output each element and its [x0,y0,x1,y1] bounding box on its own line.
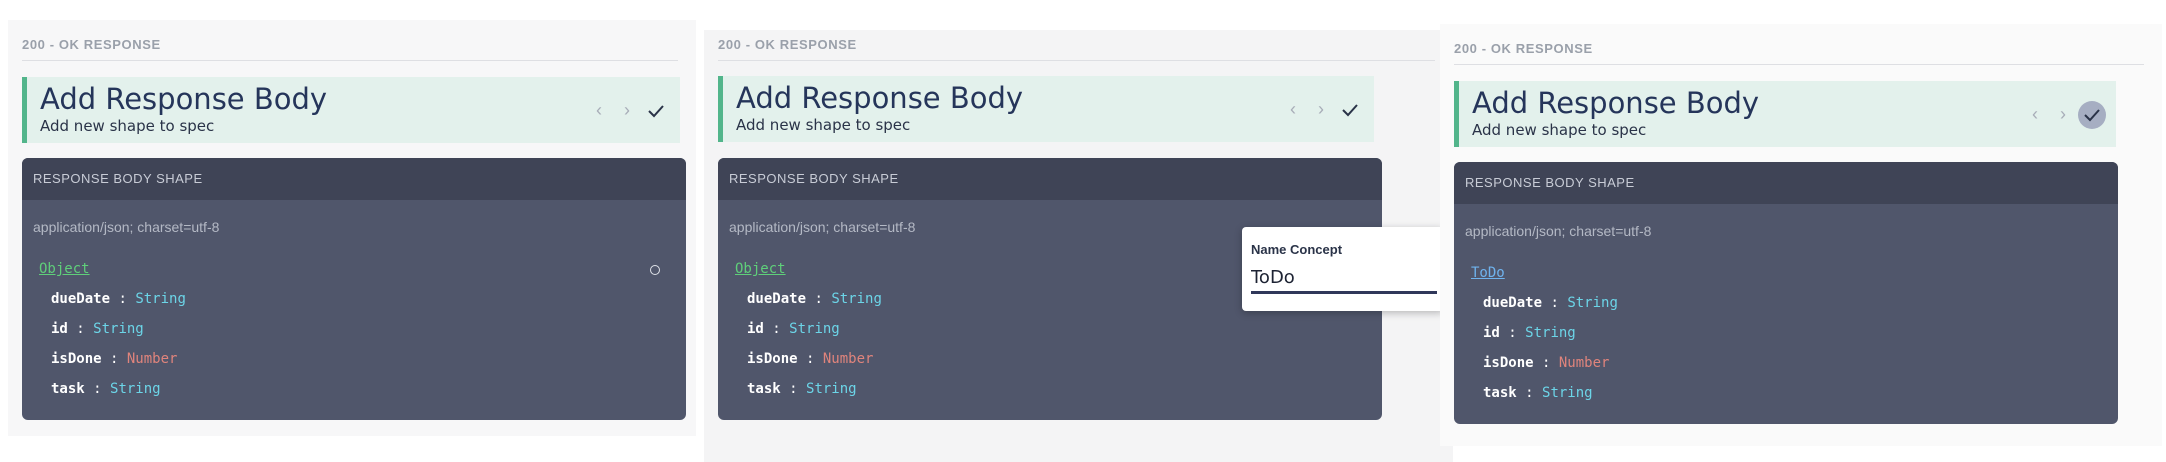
header-subtitle: Add new shape to spec [736,116,911,134]
shape-field[interactable]: dueDate : String [1483,295,1618,311]
field-type: Number [1558,355,1610,371]
divider [1454,64,2144,65]
shape-tree: Object dueDate : String id : String isDo… [735,261,882,397]
chevron-left-icon[interactable]: ‹ [588,99,610,121]
add-response-body-header: Add Response Body Add new shape to spec … [718,76,1374,142]
field-key: task [51,381,85,397]
chevron-right-icon[interactable]: › [1310,98,1332,120]
check-icon[interactable] [1336,96,1364,124]
section-label: 200 - OK RESPONSE [718,37,857,52]
field-type: String [110,381,161,397]
shape-field[interactable]: id : String [747,321,840,337]
shape-field[interactable]: task : String [51,381,161,397]
shape-heading: RESPONSE BODY SHAPE [22,158,686,200]
field-key: isDone [51,351,102,367]
header-title: Add Response Body [736,81,1024,115]
shape-field[interactable]: dueDate : String [747,291,882,307]
shape-tree: Object dueDate : String id : String isDo… [39,261,186,397]
field-type: String [831,291,882,307]
field-type: String [1542,385,1593,401]
header-subtitle: Add new shape to spec [1472,121,1647,139]
field-key: dueDate [51,291,111,307]
section-label: 200 - OK RESPONSE [22,37,161,52]
chevron-right-icon[interactable]: › [2052,103,2074,125]
shape-field[interactable]: dueDate : String [51,291,186,307]
divider [718,60,1435,61]
field-type: String [789,321,840,337]
field-type: Number [822,351,874,367]
shape-field[interactable]: id : String [1483,325,1576,341]
add-response-body-header: Add Response Body Add new shape to spec … [22,77,680,143]
field-type: String [93,321,144,337]
content-type: application/json; charset=utf-8 [729,219,916,235]
content-type: application/json; charset=utf-8 [1465,223,1652,239]
section-label: 200 - OK RESPONSE [1454,41,1593,56]
name-concept-popover: Name Concept [1242,227,1444,311]
field-key: task [747,381,781,397]
shape-field[interactable]: task : String [747,381,857,397]
shape-field[interactable]: isDone : Number [1483,355,1609,371]
shape-heading: RESPONSE BODY SHAPE [718,158,1382,200]
response-body-shape-card: RESPONSE BODY SHAPE application/json; ch… [22,158,686,420]
shape-root-link[interactable]: Object [735,261,786,277]
response-body-shape-card: RESPONSE BODY SHAPE application/json; ch… [1454,162,2118,424]
shape-root-link[interactable]: Object [39,261,90,277]
content-type: application/json; charset=utf-8 [33,219,220,235]
shape-field[interactable]: id : String [51,321,144,337]
add-response-body-header: Add Response Body Add new shape to spec … [1454,81,2116,147]
shape-field[interactable]: isDone : Number [747,351,873,367]
field-key: task [1483,385,1517,401]
field-key: dueDate [747,291,807,307]
field-key: id [747,321,764,337]
shape-field[interactable]: task : String [1483,385,1593,401]
shape-root-link[interactable]: ToDo [1471,265,1505,281]
header-subtitle: Add new shape to spec [40,117,215,135]
field-key: isDone [747,351,798,367]
check-icon[interactable] [2078,101,2106,129]
field-type: String [1567,295,1618,311]
field-key: dueDate [1483,295,1543,311]
chevron-right-icon[interactable]: › [616,99,638,121]
field-type: String [135,291,186,307]
popover-label: Name Concept [1251,242,1343,257]
check-icon[interactable] [642,97,670,125]
field-type: String [1525,325,1576,341]
field-type: Number [126,351,178,367]
divider [22,60,678,61]
chevron-left-icon[interactable]: ‹ [1282,98,1304,120]
field-key: id [1483,325,1500,341]
radio-icon[interactable] [650,265,660,275]
response-panel-1: 200 - OK RESPONSE Add Response Body Add … [8,20,696,436]
header-title: Add Response Body [1472,86,1760,120]
field-type: String [806,381,857,397]
field-key: id [51,321,68,337]
shape-tree: ToDo dueDate : String id : String isDone… [1471,265,1618,401]
field-key: isDone [1483,355,1534,371]
shape-heading: RESPONSE BODY SHAPE [1454,162,2118,204]
shape-field[interactable]: isDone : Number [51,351,177,367]
name-concept-input[interactable] [1251,263,1437,294]
header-title: Add Response Body [40,82,328,116]
chevron-left-icon[interactable]: ‹ [2024,103,2046,125]
response-panel-3: 200 - OK RESPONSE Add Response Body Add … [1440,24,2162,446]
